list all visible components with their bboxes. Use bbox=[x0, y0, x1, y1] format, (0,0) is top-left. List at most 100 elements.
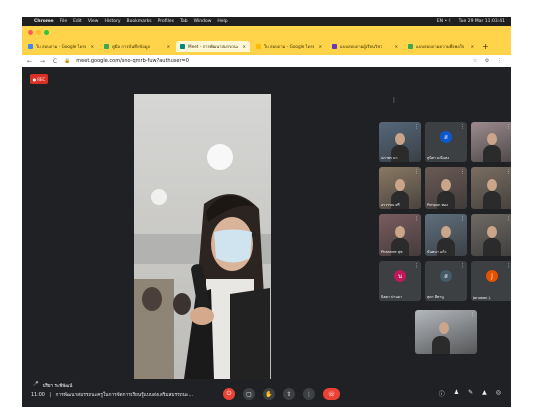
participant-video-figure bbox=[438, 322, 449, 335]
browser-tab[interactable]: แบบสอบถามความพึงพอใจ ✕ bbox=[404, 41, 478, 52]
menubar-item-file[interactable]: File bbox=[60, 19, 68, 24]
participant-tile[interactable]: ⋮ bbox=[471, 167, 511, 209]
participant-name: นันทนา แก้ว bbox=[427, 250, 447, 254]
participant-avatar: น bbox=[394, 270, 406, 283]
meeting-info: 11:00 | การพัฒนาสมรรถนะครูในการจัดการเรี… bbox=[31, 391, 193, 399]
side-panel-controls: ⓘ ♟ ✎ ▲ ◎ bbox=[439, 389, 501, 398]
host-controls-icon[interactable]: ◎ bbox=[496, 389, 501, 398]
chat-icon[interactable]: ✎ bbox=[468, 389, 473, 398]
menubar-item-bookmarks[interactable]: Bookmarks bbox=[127, 19, 152, 24]
participant-video-figure bbox=[440, 225, 451, 238]
navigation-icons[interactable]: ← → C bbox=[27, 58, 60, 65]
menubar-item-view[interactable]: View bbox=[88, 19, 99, 24]
tab-close-icon[interactable]: ✕ bbox=[243, 44, 246, 49]
tab-close-icon[interactable]: ✕ bbox=[167, 44, 170, 49]
browser-tab[interactable]: แบบสอบถามผู้เรียนวิชา ✕ bbox=[328, 41, 402, 52]
tab-favicon-icon bbox=[28, 43, 33, 49]
browser-tab[interactable]: ใบ สอบถาม - Google ไดรฟ์ ✕ bbox=[24, 41, 98, 52]
call-controls: ⏻ ▢ ✋ ⇧ ⋮ ☏ bbox=[223, 388, 340, 400]
menubar-item-history[interactable]: History bbox=[105, 19, 121, 24]
present-button[interactable]: ⇧ bbox=[283, 388, 295, 400]
meeting-title[interactable]: การพัฒนาสมรรถนะครูในการจัดการเรียนรู้แบบ… bbox=[56, 393, 194, 398]
url-field[interactable]: meet.google.com/sno-qmrb-fuw?authuser=0 bbox=[76, 58, 473, 64]
hand-icon: ✋ bbox=[265, 390, 273, 398]
participant-tile[interactable]: ส ⋮ สุนิสา มณีแสง bbox=[425, 122, 467, 162]
more-vert-icon: ⋮ bbox=[306, 390, 312, 398]
tile-menu-icon[interactable]: ⋮ bbox=[506, 169, 511, 175]
browser-action-icons[interactable]: ☆ ⚙ ⋮ bbox=[473, 58, 505, 64]
info-icon[interactable]: ⓘ bbox=[439, 389, 445, 398]
participant-tile[interactable]: ⋮ Phannee สุข bbox=[379, 214, 421, 256]
tile-menu-icon[interactable]: ⋮ bbox=[414, 169, 419, 175]
participant-tile[interactable]: ⋮ bbox=[415, 310, 477, 354]
new-tab-button[interactable]: + bbox=[482, 42, 489, 51]
browser-tab[interactable]: ใบ สอบถาม - Google ไดรฟ์ ✕ bbox=[252, 41, 326, 52]
menubar-item-window[interactable]: Window bbox=[194, 19, 212, 24]
raise-hand-button[interactable]: ✋ bbox=[263, 388, 275, 400]
leave-call-button[interactable]: ☏ bbox=[323, 388, 340, 400]
participant-tile[interactable]: ⋮ Pimpun ทอง bbox=[425, 167, 467, 209]
tab-favicon-icon bbox=[408, 43, 413, 49]
browser-tab[interactable]: คู่มือ การบันทึกข้อมูล ✕ bbox=[100, 41, 174, 52]
tab-close-icon[interactable]: ✕ bbox=[395, 44, 398, 49]
address-bar: ← → C 🔒 meet.google.com/sno-qmrb-fuw?aut… bbox=[22, 55, 511, 67]
tile-menu-icon[interactable]: ⋮ bbox=[414, 263, 419, 269]
participant-tile[interactable]: ⋮ bbox=[471, 122, 511, 162]
tile-menu-icon[interactable]: ⋮ bbox=[460, 124, 465, 130]
speaker-video bbox=[134, 94, 271, 379]
menubar-item-profiles[interactable]: Profiles bbox=[158, 19, 174, 24]
browser-tab[interactable]: Meet - การพัฒนาสมรรถนะ ✕ bbox=[176, 40, 250, 52]
screen-frame: Chrome File Edit View History Bookmarks … bbox=[22, 17, 511, 407]
more-options-button[interactable]: ⋮ bbox=[303, 388, 315, 400]
tab-close-icon[interactable]: ✕ bbox=[471, 44, 474, 49]
tile-menu-icon[interactable]: ⋮ bbox=[470, 312, 475, 318]
more-options-icon[interactable]: ⋮ bbox=[391, 97, 397, 104]
tile-menu-icon[interactable]: ⋮ bbox=[506, 124, 511, 130]
minimize-window-icon[interactable] bbox=[36, 30, 41, 35]
menubar-clock: Tue 29 Mar 11:03:41 bbox=[458, 19, 505, 24]
tile-menu-icon[interactable]: ⋮ bbox=[506, 263, 511, 269]
participant-video-figure bbox=[394, 225, 405, 238]
participant-avatar: J bbox=[486, 270, 498, 283]
tile-menu-icon[interactable]: ⋮ bbox=[460, 216, 465, 222]
participant-tile[interactable]: J ⋮ Jaruwan J. bbox=[471, 261, 511, 301]
record-dot-icon: ● bbox=[32, 76, 37, 82]
zoom-window-icon[interactable] bbox=[44, 30, 49, 35]
tab-label: ใบ สอบถาม - Google ไดรฟ์ bbox=[264, 43, 314, 49]
camera-toggle-button[interactable]: ▢ bbox=[243, 388, 255, 400]
participant-tile[interactable]: ⋮ อรวรรณ ศรี bbox=[379, 167, 421, 209]
activities-icon[interactable]: ▲ bbox=[482, 389, 487, 398]
tile-menu-icon[interactable]: ⋮ bbox=[506, 216, 511, 222]
participant-video-figure bbox=[486, 225, 497, 238]
menubar-item-help[interactable]: Help bbox=[217, 19, 227, 24]
participant-tile[interactable]: ส ⋮ สุดา สีหานู bbox=[425, 261, 467, 301]
window-controls bbox=[28, 30, 49, 35]
tile-menu-icon[interactable]: ⋮ bbox=[460, 263, 465, 269]
tab-close-icon[interactable]: ✕ bbox=[91, 44, 94, 49]
menubar-app-name[interactable]: Chrome bbox=[34, 19, 54, 24]
close-window-icon[interactable] bbox=[28, 30, 33, 35]
meeting-separator: | bbox=[49, 393, 51, 398]
mic-toggle-button[interactable]: ⏻ bbox=[223, 388, 235, 400]
tab-close-icon[interactable]: ✕ bbox=[319, 44, 322, 49]
participant-tile[interactable]: ⋮ bbox=[471, 214, 511, 256]
people-icon[interactable]: ♟ bbox=[454, 389, 459, 398]
mac-menubar: Chrome File Edit View History Bookmarks … bbox=[22, 17, 511, 26]
participant-name: Phannee สุข bbox=[381, 250, 403, 254]
menubar-item-tab[interactable]: Tab bbox=[180, 19, 188, 24]
menubar-item-edit[interactable]: Edit bbox=[73, 19, 82, 24]
tile-menu-icon[interactable]: ⋮ bbox=[414, 124, 419, 130]
tab-favicon-icon bbox=[180, 43, 185, 49]
participant-tile[interactable]: ⋮ ปภาพร มา bbox=[379, 122, 421, 162]
participant-video-figure bbox=[486, 133, 497, 146]
participant-tile[interactable]: ⋮ นันทนา แก้ว bbox=[425, 214, 467, 256]
tile-menu-icon[interactable]: ⋮ bbox=[414, 216, 419, 222]
phone-hangup-icon: ☏ bbox=[327, 390, 336, 398]
lock-icon[interactable]: 🔒 bbox=[64, 58, 70, 64]
menubar-status-icons[interactable]: EN • ☾ bbox=[437, 19, 453, 24]
tab-favicon-icon bbox=[332, 43, 337, 49]
tile-menu-icon[interactable]: ⋮ bbox=[460, 169, 465, 175]
tab-label: แบบสอบถามความพึงพอใจ bbox=[416, 43, 465, 49]
participant-tile[interactable]: น ⋮ นิตยา ปานมา bbox=[379, 261, 421, 301]
participant-name: Pimpun ทอง bbox=[427, 203, 448, 207]
